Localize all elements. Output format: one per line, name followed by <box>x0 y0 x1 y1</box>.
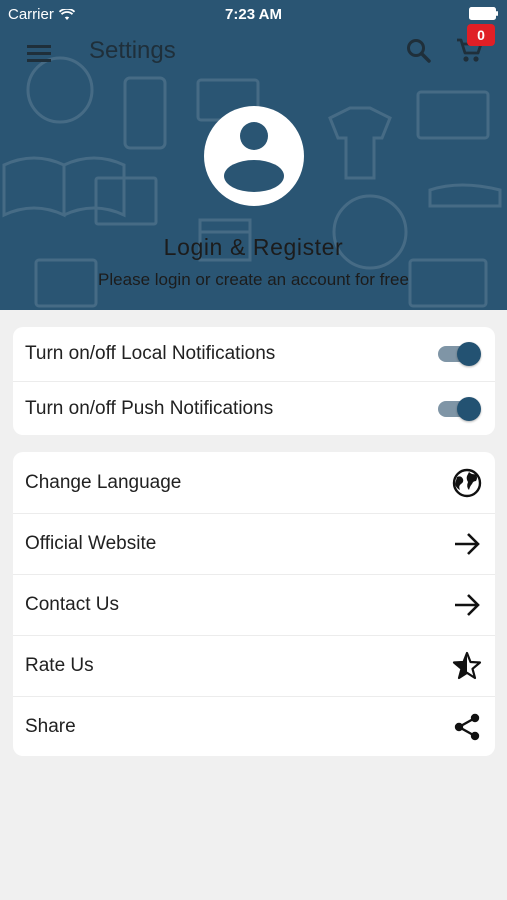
menu-button[interactable] <box>22 36 56 70</box>
share-icon <box>451 711 483 743</box>
toggle-thumb <box>457 342 481 366</box>
status-bar: Carrier 7:23 AM <box>0 0 507 28</box>
avatar[interactable] <box>204 106 304 206</box>
push-notifications-label: Turn on/off Push Notifications <box>25 397 274 419</box>
notifications-card: Turn on/off Local Notifications Turn on/… <box>13 327 495 435</box>
profile-header: Carrier 7:23 AM Settings 0 Login & Regis… <box>0 0 507 310</box>
rate-us-row[interactable]: Rate Us <box>13 635 495 696</box>
change-language-label: Change Language <box>25 471 182 493</box>
hamburger-menu-icon <box>27 45 51 62</box>
globe-icon <box>451 467 483 499</box>
user-icon <box>224 122 284 192</box>
settings-menu-card: Change Language Official Website Contact… <box>13 452 495 756</box>
page-title: Settings <box>89 37 176 64</box>
local-notifications-label: Turn on/off Local Notifications <box>25 343 276 364</box>
login-register-title[interactable]: Login & Register <box>0 234 507 261</box>
login-subtitle: Please login or create an account for fr… <box>98 270 409 289</box>
rate-us-label: Rate Us <box>25 655 94 676</box>
star-half-icon <box>451 650 483 682</box>
official-website-label: Official Website <box>25 533 157 554</box>
cart-count-badge: 0 <box>467 24 495 46</box>
toolbar: Settings <box>0 28 507 78</box>
battery-icon <box>469 7 498 20</box>
arrow-right-icon <box>451 528 483 560</box>
toggle-thumb <box>457 396 481 421</box>
search-icon <box>407 39 431 63</box>
arrow-right-icon <box>451 589 483 621</box>
status-time: 7:23 AM <box>225 6 282 23</box>
local-notifications-toggle[interactable] <box>435 340 483 368</box>
change-language-row[interactable]: Change Language <box>13 452 495 513</box>
share-label: Share <box>25 716 76 737</box>
official-website-row[interactable]: Official Website <box>13 513 495 574</box>
push-notifications-toggle[interactable] <box>435 395 483 423</box>
share-row[interactable]: Share <box>13 696 495 757</box>
search-button[interactable] <box>402 34 436 68</box>
local-notifications-row[interactable]: Turn on/off Local Notifications <box>13 327 495 381</box>
contact-us-label: Contact Us <box>25 594 119 615</box>
push-notifications-row[interactable]: Turn on/off Push Notifications <box>13 381 495 435</box>
contact-us-row[interactable]: Contact Us <box>13 574 495 635</box>
